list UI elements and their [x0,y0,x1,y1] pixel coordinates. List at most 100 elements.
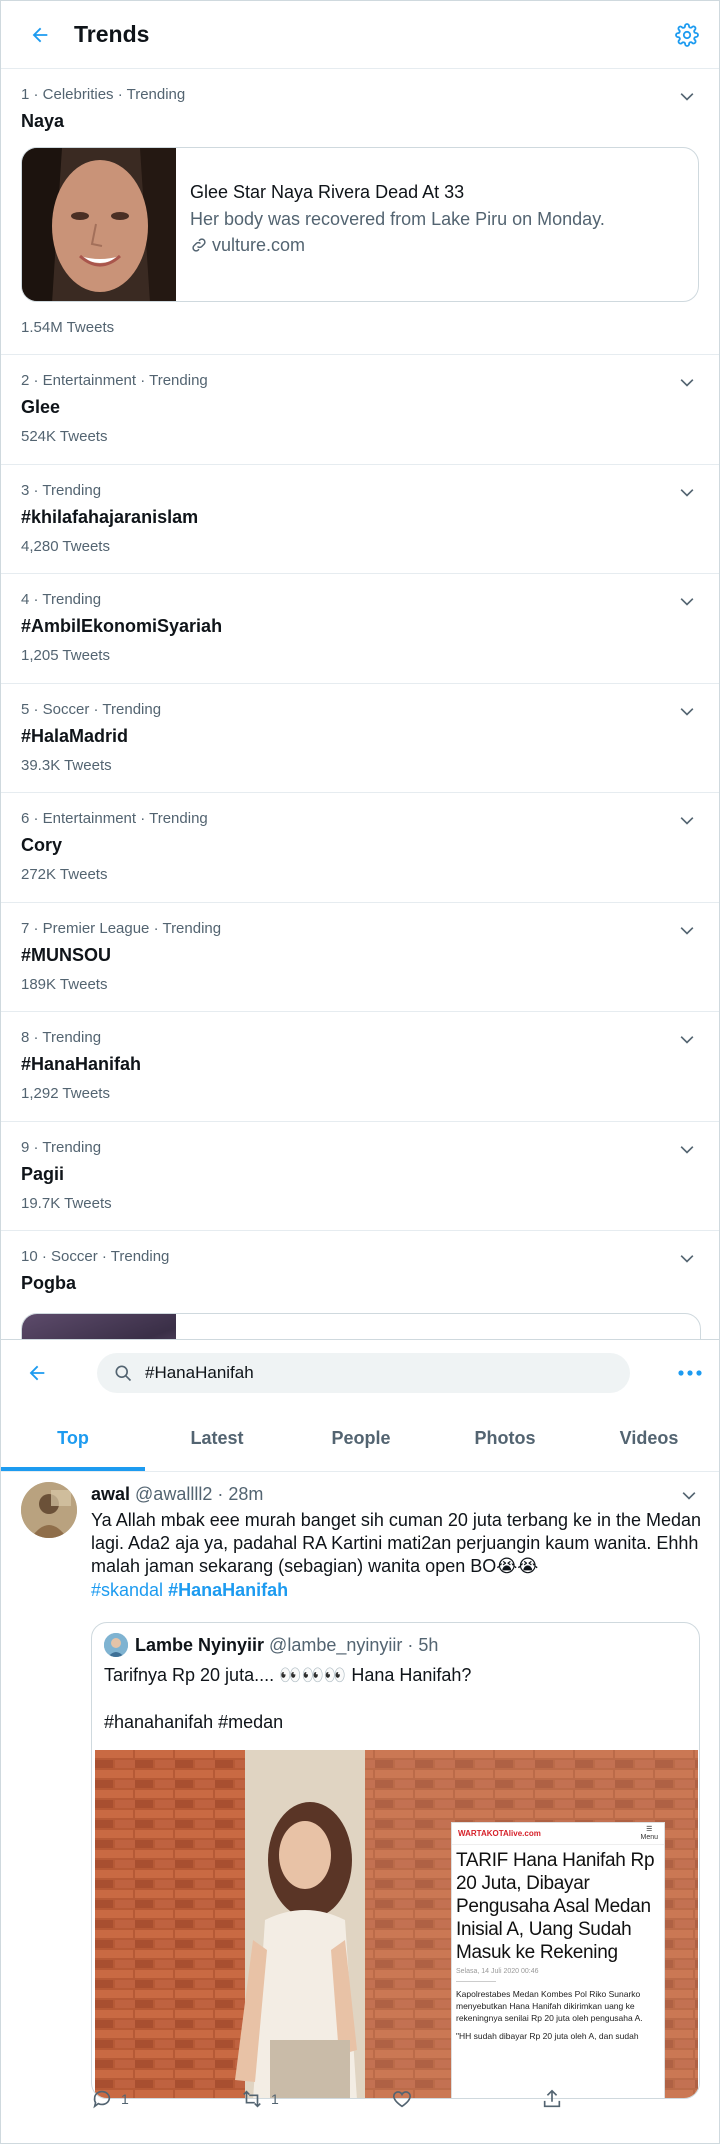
reply-button[interactable]: 1 [91,2084,241,2114]
trend-meta: 8 · Trending [21,1029,102,1046]
more-horizontal-icon [678,1370,702,1376]
trend-meta: 4 · Trending [21,591,102,608]
chevron-down-icon[interactable] [677,373,697,393]
trend-name: Pagii [21,1164,65,1184]
quoted-tweet-image[interactable]: WARTAKOTAlive.com ☰ Menu TARIF Hana Hanif… [95,1750,698,2098]
chevron-down-icon[interactable] [677,1140,697,1160]
tab-top[interactable]: Top [1,1406,145,1471]
news-article-screenshot: WARTAKOTAlive.com ☰ Menu TARIF Hana Hanif… [451,1822,665,2098]
article-body: Kapolrestabes Medan Kombes Pol Riko Suna… [456,1989,643,2023]
settings-button[interactable] [671,19,703,51]
search-panel: Top Latest People Photos Videos awal @aw… [1,1339,719,2143]
hashtag-link[interactable]: #skandal [91,1580,163,1600]
trend-item[interactable]: 1 · Celebrities · Trending Naya Glee Sta… [1,69,719,355]
trend-count: 189K Tweets [21,976,108,993]
quoted-tweet-header: Lambe Nyinyiir @lambe_nyinyiir · 5h [92,1623,699,1657]
quoted-tweet-text: Tarifnya Rp 20 juta.... 👀👀👀 Hana Hanifah… [104,1665,472,1685]
chevron-down-icon[interactable] [677,592,697,612]
tweet-text: Ya Allah mbak eee murah banget sih cuman… [91,1510,702,1576]
tab-videos[interactable]: Videos [577,1406,719,1471]
retweet-count: 1 [271,2091,279,2107]
trends-header: Trends [1,1,719,69]
news-title: Glee Star Naya Rivera Dead At 33 [190,182,465,202]
heart-icon [392,2091,412,2108]
trend-name: #AmbilEkonomiSyariah [21,616,223,636]
trend-meta: 5 · Soccer · Trending [21,701,162,718]
trend-count: 1,292 Tweets [21,1085,110,1102]
trend-name: Naya [21,111,65,131]
trend-item[interactable]: 4 · Trending #AmbilEkonomiSyariah 1,205 … [1,574,719,684]
trend-meta: 9 · Trending [21,1139,102,1156]
tweet-header: awal @awallll2 · 28m [91,1482,705,1506]
news-link[interactable]: vulture.com [190,233,605,257]
tab-people[interactable]: People [289,1406,433,1471]
trend-item[interactable]: 2 · Entertainment · Trending Glee 524K T… [1,355,719,465]
quoted-author-name: Lambe Nyinyiir [135,1634,265,1655]
share-icon [543,2089,561,2108]
search-icon [115,1365,132,1382]
quoted-author-handle: @lambe_nyinyiir · 5h [269,1634,439,1655]
trend-item[interactable]: 5 · Soccer · Trending #HalaMadrid 39.3K … [1,684,719,793]
chevron-down-icon[interactable] [677,1030,697,1050]
trend-name: Glee [21,397,61,417]
tweet[interactable]: awal @awallll2 · 28m Ya Allah mbak eee m… [1,1472,719,2099]
article-date: Selasa, 14 Juli 2020 00:46 [456,1968,539,1975]
trend-item[interactable]: 10 · Soccer · Trending Pogba [1,1231,719,1373]
more-button[interactable] [675,1361,705,1385]
quoted-tweet[interactable]: Lambe Nyinyiir @lambe_nyinyiir · 5h Tari… [91,1622,700,2099]
trend-item[interactable]: 9 · Trending Pagii 19.7K Tweets [1,1122,719,1231]
site-logo: WARTAKOTAlive.com [458,1829,541,1838]
menu-label: Menu [640,1833,658,1841]
trend-item[interactable]: 7 · Premier League · Trending #MUNSOU 18… [1,903,719,1012]
share-button[interactable] [541,2084,691,2114]
page-title: Trends [74,21,150,47]
trend-item[interactable]: 6 · Entertainment · Trending Cory 272K T… [1,793,719,903]
trend-meta: 1 · Celebrities · Trending [21,86,186,103]
avatar [104,1633,128,1657]
chevron-down-icon[interactable] [677,921,697,941]
search-input[interactable] [145,1363,605,1383]
trend-count: 4,280 Tweets [21,538,110,555]
arrow-left-icon [29,1365,45,1381]
reply-icon [93,2090,111,2109]
article-body: "HH sudah dibayar Rp 20 juta oleh A, dan… [456,2031,639,2041]
tweet-author-name[interactable]: awal [91,1482,130,1506]
trend-meta: 3 · Trending [21,482,102,499]
trend-name: #MUNSOU [21,945,112,965]
news-link-text: vulture.com [212,235,306,255]
chevron-down-icon[interactable] [677,811,697,831]
tweet-author-handle: @awallll2 · 28m [135,1484,264,1504]
trend-count: 524K Tweets [21,428,108,445]
trend-meta: 10 · Soccer · Trending [21,1248,170,1265]
trend-count: 19.7K Tweets [21,1195,112,1212]
trend-name: #HalaMadrid [21,726,129,746]
trend-meta: 7 · Premier League · Trending [21,920,222,937]
like-button[interactable] [391,2084,541,2114]
hashtag-link[interactable]: #HanaHanifah [168,1580,288,1600]
trend-name: #khilafahajaranislam [21,507,199,527]
chevron-down-icon[interactable] [677,702,697,722]
news-card[interactable]: Glee Star Naya Rivera Dead At 33 Her bod… [21,147,699,302]
back-button[interactable] [17,1353,57,1393]
search-box[interactable] [97,1353,630,1393]
chevron-down-icon[interactable] [679,1486,699,1506]
article-title: TARIF Hana Hanifah Rp 20 Juta, Dibayar P… [456,1850,655,1963]
trend-count: 39.3K Tweets [21,757,112,774]
back-button[interactable] [20,15,60,55]
tab-latest[interactable]: Latest [145,1406,289,1471]
retweet-button[interactable]: 1 [241,2084,391,2114]
news-thumbnail [22,148,176,301]
trend-item[interactable]: 8 · Trending #HanaHanifah 1,292 Tweets [1,1012,719,1122]
divider [456,1981,496,1982]
link-icon [192,238,206,252]
trend-count: 1,205 Tweets [21,647,110,664]
trend-item[interactable]: 3 · Trending #khilafahajaranislam 4,280 … [1,465,719,574]
chevron-down-icon[interactable] [677,87,697,107]
trend-count: 272K Tweets [21,866,108,883]
tweet-actions: 1 1 [91,2084,691,2114]
avatar[interactable] [21,1482,77,1538]
tab-photos[interactable]: Photos [433,1406,577,1471]
chevron-down-icon[interactable] [677,1249,697,1269]
arrow-left-icon [32,27,48,42]
chevron-down-icon[interactable] [677,483,697,503]
